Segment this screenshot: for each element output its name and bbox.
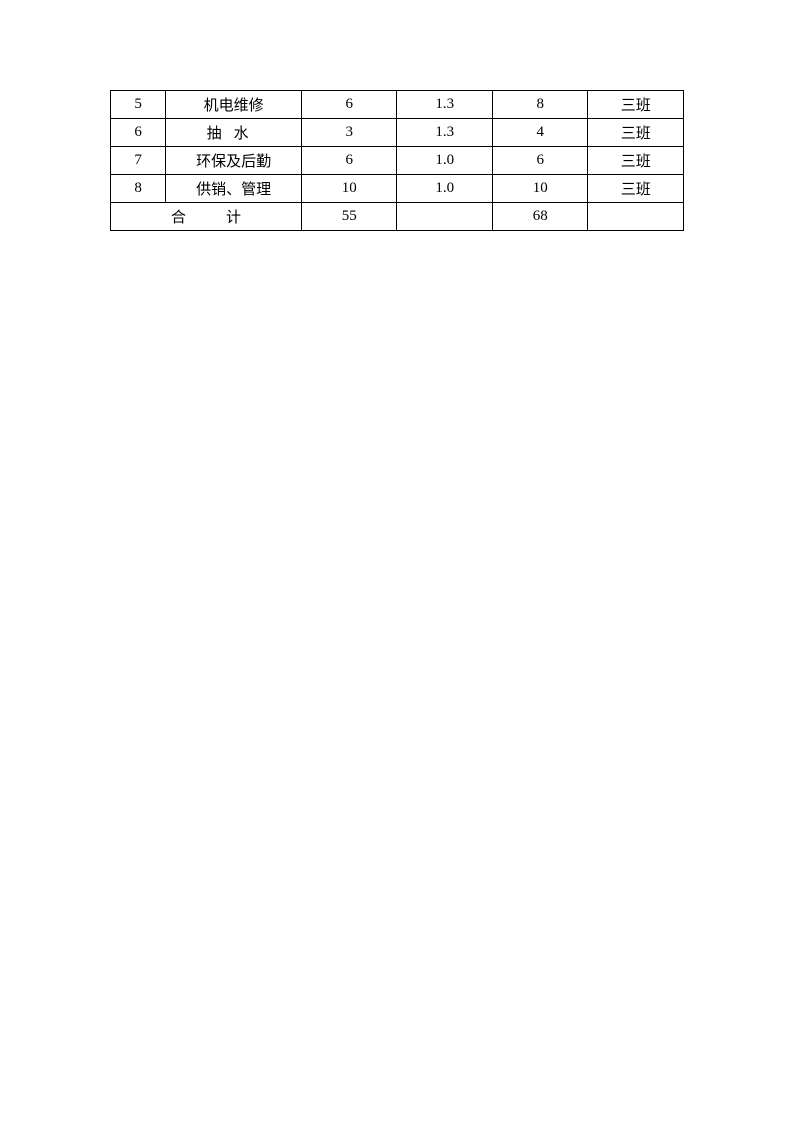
cell-d: 三班 (588, 91, 684, 119)
cell-num: 8 (111, 175, 166, 203)
cell-num: 7 (111, 147, 166, 175)
cell-b: 1.3 (397, 119, 493, 147)
cell-total-d (588, 203, 684, 231)
cell-c: 8 (492, 91, 588, 119)
table-row: 6 抽水 3 1.3 4 三班 (111, 119, 684, 147)
cell-c: 4 (492, 119, 588, 147)
cell-d: 三班 (588, 147, 684, 175)
cell-total-a: 55 (301, 203, 397, 231)
cell-a: 3 (301, 119, 397, 147)
table-row: 5 机电维修 6 1.3 8 三班 (111, 91, 684, 119)
cell-name: 抽水 (166, 119, 302, 147)
cell-total-label: 合计 (111, 203, 302, 231)
cell-a: 10 (301, 175, 397, 203)
cell-b: 1.3 (397, 91, 493, 119)
table-row: 7 环保及后勤 6 1.0 6 三班 (111, 147, 684, 175)
cell-d: 三班 (588, 175, 684, 203)
cell-b: 1.0 (397, 175, 493, 203)
cell-a: 6 (301, 91, 397, 119)
data-table: 5 机电维修 6 1.3 8 三班 6 抽水 3 1.3 4 三班 7 环保及后… (110, 90, 684, 231)
cell-num: 5 (111, 91, 166, 119)
table-body: 5 机电维修 6 1.3 8 三班 6 抽水 3 1.3 4 三班 7 环保及后… (111, 91, 684, 231)
cell-total-b (397, 203, 493, 231)
cell-c: 6 (492, 147, 588, 175)
cell-c: 10 (492, 175, 588, 203)
table-row: 8 供销、管理 10 1.0 10 三班 (111, 175, 684, 203)
cell-b: 1.0 (397, 147, 493, 175)
cell-num: 6 (111, 119, 166, 147)
cell-a: 6 (301, 147, 397, 175)
cell-name: 环保及后勤 (166, 147, 302, 175)
cell-name: 机电维修 (166, 91, 302, 119)
cell-total-c: 68 (492, 203, 588, 231)
cell-d: 三班 (588, 119, 684, 147)
table-total-row: 合计 55 68 (111, 203, 684, 231)
cell-name: 供销、管理 (166, 175, 302, 203)
